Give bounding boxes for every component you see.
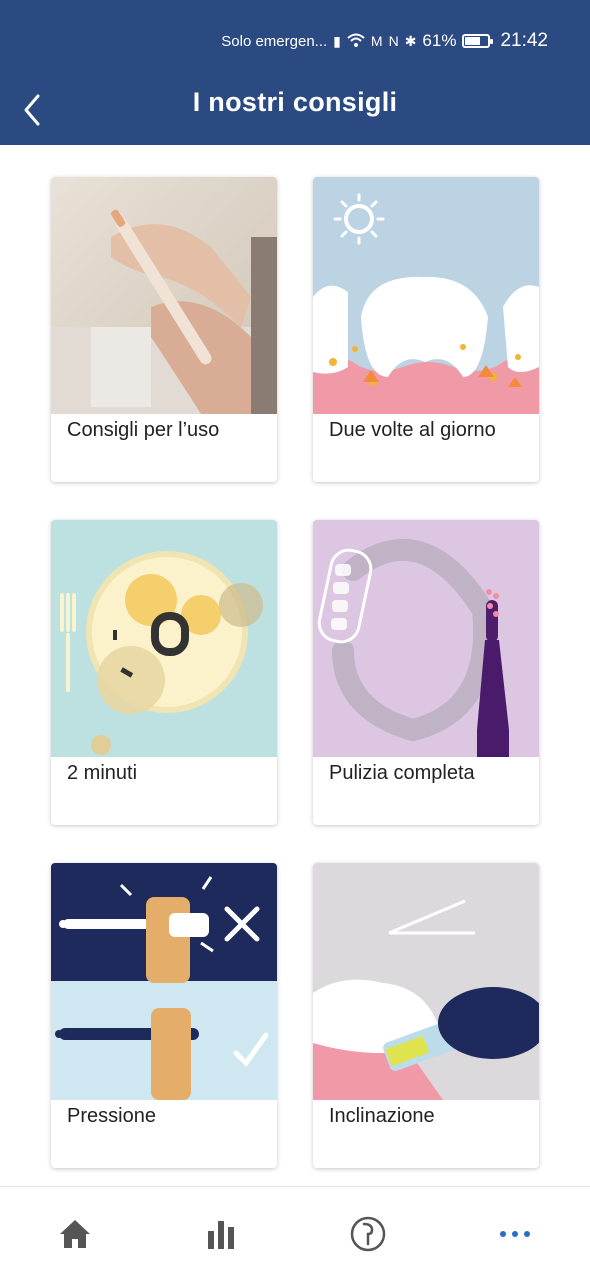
stats-icon: [208, 1221, 234, 1249]
status-icons: Solo emergen... ▮ M N ✱ 61% 21:42: [221, 30, 548, 52]
angle-illustration-icon: [313, 863, 539, 1100]
nav-brush[interactable]: [343, 1209, 393, 1259]
nav-stats[interactable]: [196, 1209, 246, 1259]
battery-fill: [465, 37, 481, 45]
page-title: I nostri consigli: [192, 87, 398, 117]
wifi-icon: [347, 33, 365, 50]
tips-grid: Consigli per l’uso Due volte al giorno 2…: [0, 145, 590, 1185]
home-icon: [60, 1220, 90, 1248]
battery-icon: [462, 34, 494, 48]
nav-more[interactable]: [490, 1209, 540, 1259]
pressure-illustration-icon: [51, 863, 277, 1100]
sim-icon: ▮: [333, 32, 341, 49]
nav-home[interactable]: [50, 1209, 100, 1259]
mail-icon: M: [370, 33, 383, 49]
tip-card-complete-cleaning[interactable]: Pulizia completa: [313, 520, 539, 825]
tip-label: 2 minuti: [67, 762, 138, 784]
toothbrush-hands-photo-icon: [51, 177, 277, 414]
bluetooth-icon: ✱: [404, 32, 417, 49]
bottom-nav: [0, 1186, 590, 1280]
battery-percent: 61%: [422, 31, 457, 50]
tip-label: Pressione: [67, 1105, 156, 1127]
nfc-icon: N: [388, 33, 399, 49]
tip-card-angle[interactable]: Inclinazione: [313, 863, 539, 1168]
tip-card-twice-a-day[interactable]: Due volte al giorno: [313, 177, 539, 482]
teeth-sun-illustration-icon: [313, 177, 539, 414]
more-icon: [500, 1231, 530, 1237]
plate-fork-illustration-icon: [51, 520, 277, 757]
tip-label: Pulizia completa: [329, 762, 475, 784]
clock: 21:42: [500, 30, 548, 51]
app-bar: I nostri consigli: [0, 78, 590, 145]
tip-label: Consigli per l’uso: [67, 419, 220, 441]
brush-icon: [350, 1216, 386, 1252]
tip-card-two-minutes[interactable]: 2 minuti: [51, 520, 277, 825]
dental-arch-illustration-icon: [313, 520, 539, 757]
carrier-text: Solo emergen...: [221, 32, 328, 50]
status-bar: Solo emergen... ▮ M N ✱ 61% 21:42: [0, 0, 590, 78]
tip-card-pressure[interactable]: Pressione: [51, 863, 277, 1168]
tip-card-usage[interactable]: Consigli per l’uso: [51, 177, 277, 482]
tip-label: Inclinazione: [329, 1105, 435, 1127]
tip-label: Due volte al giorno: [329, 419, 496, 441]
